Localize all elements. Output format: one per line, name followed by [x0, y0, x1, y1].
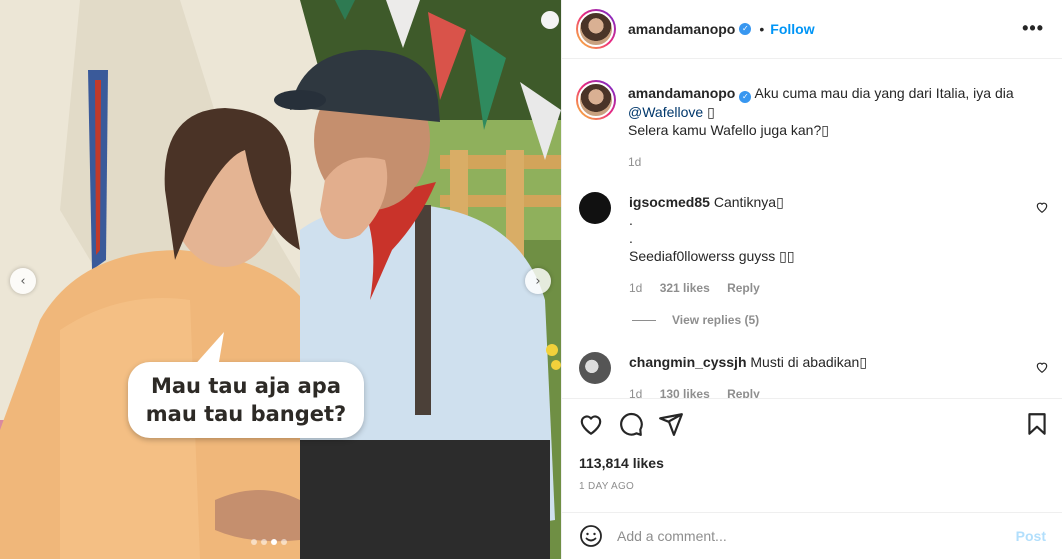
- comment-likes[interactable]: 321 likes: [660, 281, 710, 295]
- comment-likes[interactable]: 130 likes: [660, 387, 710, 398]
- post-photo: [0, 0, 561, 559]
- comment-icon[interactable]: [618, 411, 644, 437]
- commenter-avatar[interactable]: [579, 352, 611, 384]
- comment-text-line: Seediaf0llowerss guyss ▯▯: [629, 248, 795, 264]
- comment-item: igsocmed85 Cantiknya▯ . . Seediaf0llower…: [579, 192, 1049, 297]
- comment-text: Cantiknya▯: [713, 194, 784, 210]
- commenter-avatar[interactable]: [579, 192, 611, 224]
- caption-username[interactable]: amandamanopo: [628, 85, 735, 101]
- chevron-left-icon: ‹: [20, 273, 26, 289]
- comment-age: 1d: [629, 281, 643, 295]
- speech-bubble: Mau tau aja apa mau tau banget?: [128, 332, 364, 438]
- post-media[interactable]: Mau tau aja apa mau tau banget? ‹ ›: [0, 0, 561, 559]
- comment-item: changmin_cyssjh Musti di abadikan▯ 1d 13…: [579, 352, 1049, 398]
- comment-input[interactable]: [617, 528, 1007, 544]
- post-comment-button[interactable]: Post: [1016, 528, 1046, 544]
- post-actions: 113,814 likes 1 DAY AGO: [562, 398, 1062, 492]
- comment-text-line: .: [629, 212, 633, 228]
- emoji-icon[interactable]: [579, 524, 603, 548]
- next-slide-button[interactable]: ›: [525, 268, 551, 294]
- caption-avatar[interactable]: [576, 80, 616, 120]
- caption-text: Aku cuma mau dia yang dari Italia, iya d…: [754, 85, 1014, 101]
- comment-text: Musti di abadikan▯: [750, 354, 868, 370]
- author-username[interactable]: amandamanopo: [628, 21, 735, 37]
- view-replies-button[interactable]: View replies (5): [632, 313, 759, 327]
- comments-list[interactable]: amandamanopo ✓ Aku cuma mau dia yang dari…: [562, 60, 1062, 398]
- caption-line-2: Selera kamu Wafello juga kan?▯: [628, 122, 829, 138]
- post-caption: amandamanopo ✓ Aku cuma mau dia yang dari…: [576, 80, 1028, 171]
- replies-divider: [632, 319, 656, 321]
- follow-button[interactable]: Follow: [770, 21, 814, 37]
- author-avatar[interactable]: [576, 9, 616, 49]
- reply-button[interactable]: Reply: [727, 387, 760, 398]
- carousel-dot: [251, 539, 257, 545]
- share-icon[interactable]: [658, 411, 684, 437]
- heart-icon[interactable]: [578, 411, 604, 437]
- post-side-panel: amandamanopo ✓ • Follow ••• amandamanopo…: [561, 0, 1062, 559]
- comment-username[interactable]: igsocmed85: [629, 194, 710, 210]
- reply-button[interactable]: Reply: [727, 281, 760, 295]
- caption-mention-link[interactable]: @Wafellove: [628, 104, 703, 120]
- verified-icon: ✓: [739, 23, 752, 35]
- comment-age: 1d: [629, 387, 643, 398]
- speech-bubble-text: Mau tau aja apa mau tau banget?: [145, 374, 347, 426]
- post-timestamp: 1 DAY AGO: [579, 481, 635, 492]
- view-replies-label: View replies (5): [672, 313, 760, 327]
- action-icons: [578, 411, 1048, 441]
- carousel-indicator: [251, 539, 287, 545]
- comment-like-heart-icon[interactable]: [1035, 360, 1049, 374]
- more-options-icon[interactable]: •••: [1022, 18, 1044, 39]
- comment-text-line: .: [629, 230, 633, 246]
- likes-count[interactable]: 113,814 likes: [579, 455, 664, 471]
- carousel-dot: [281, 539, 287, 545]
- comment-username[interactable]: changmin_cyssjh: [629, 354, 747, 370]
- caption-emoji: ▯: [707, 104, 715, 120]
- add-comment-bar: Post: [562, 512, 1062, 559]
- bookmark-icon[interactable]: [1024, 411, 1050, 437]
- carousel-dot-active: [271, 539, 277, 545]
- carousel-dot: [261, 539, 267, 545]
- verified-icon: ✓: [739, 91, 752, 103]
- header-separator: •: [759, 21, 765, 37]
- comment-like-heart-icon[interactable]: [1035, 200, 1049, 214]
- previous-slide-button[interactable]: ‹: [10, 268, 36, 294]
- speech-bubble-tail: [192, 332, 224, 368]
- post-header: amandamanopo ✓ • Follow •••: [562, 0, 1062, 59]
- chevron-right-icon: ›: [535, 273, 541, 289]
- caption-age: 1d: [628, 155, 642, 169]
